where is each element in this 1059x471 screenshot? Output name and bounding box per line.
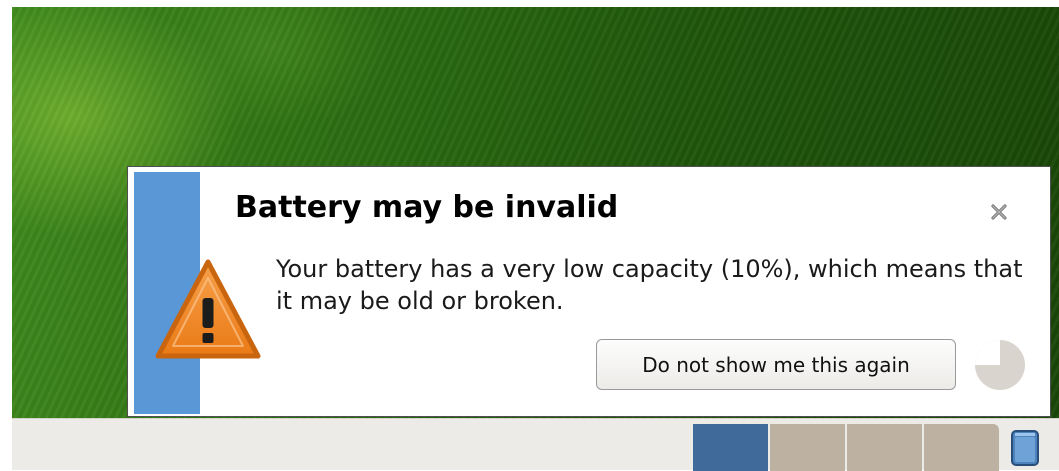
workspace-4[interactable]: [924, 424, 999, 471]
workspace-2[interactable]: [770, 424, 845, 471]
workspace-3[interactable]: [847, 424, 922, 471]
notification-popup[interactable]: Battery may be invalid Your battery has …: [127, 166, 1051, 417]
show-desktop-icon[interactable]: [1010, 429, 1040, 467]
workspace-1[interactable]: [693, 424, 768, 471]
notification-title: Battery may be invalid: [235, 190, 619, 225]
notification-body: Your battery has a very low capacity (10…: [276, 255, 1023, 315]
bottom-panel: [12, 418, 1059, 471]
close-icon[interactable]: [990, 203, 1008, 221]
workspace-pager[interactable]: [693, 424, 999, 471]
timer-icon: [975, 340, 1025, 390]
do-not-show-again-button[interactable]: Do not show me this again: [596, 339, 956, 390]
warning-icon: [155, 259, 261, 359]
